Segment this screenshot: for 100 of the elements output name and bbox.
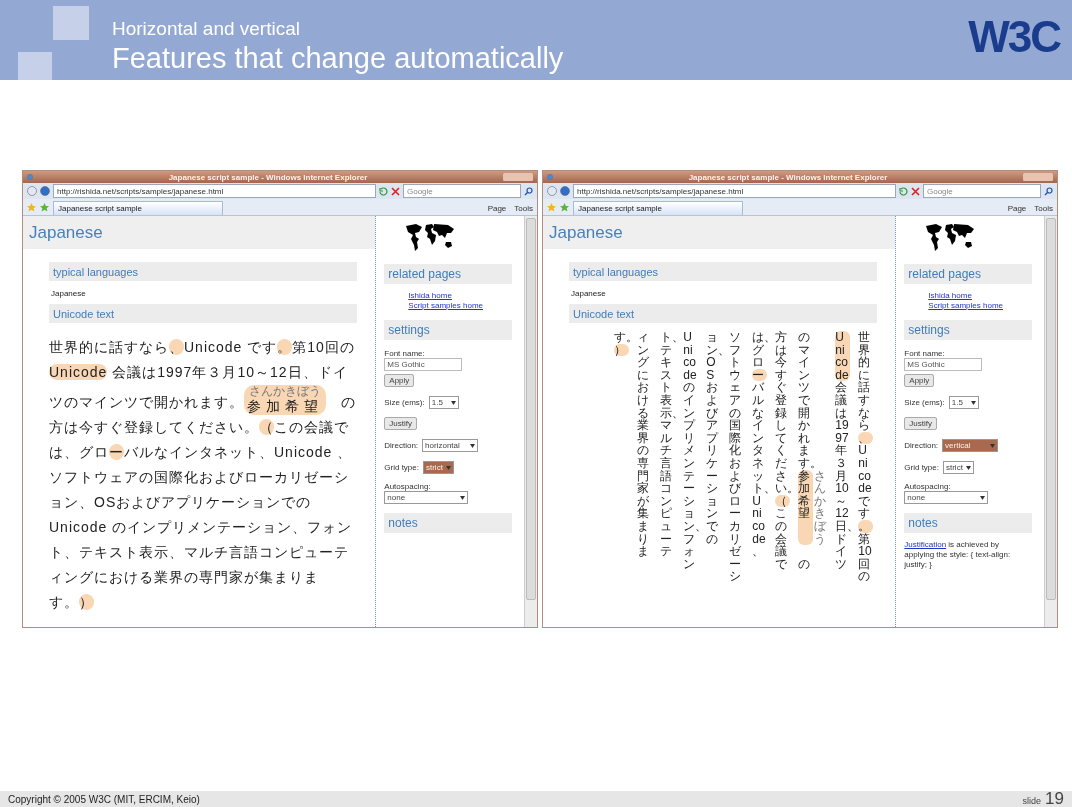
link[interactable]: Ishida home [928, 291, 1044, 301]
add-favorite-icon[interactable] [40, 203, 49, 212]
vertical-text-column: ソフトウェアの国際化およびローカリゼーシ [729, 331, 745, 627]
toolbar-menu[interactable]: Tools [1034, 203, 1053, 213]
font-name-input[interactable]: MS Gothic [384, 358, 463, 371]
search-field[interactable]: Google [403, 184, 521, 198]
section-heading: typical languages [49, 262, 358, 281]
apply-button[interactable]: Apply [384, 374, 415, 387]
sidebar-heading: related pages [384, 264, 513, 284]
field-label: Direction: [384, 441, 419, 450]
vertical-text-column: Unicode のインプリメンテーション、フォン [683, 331, 699, 627]
dropdown[interactable]: strict [943, 461, 974, 474]
caret-icon [980, 495, 986, 500]
sidebar-heading: notes [384, 513, 513, 533]
decor-square [18, 52, 52, 80]
world-map-icon [404, 222, 457, 252]
field-label: Grid type: [384, 463, 419, 472]
search-field[interactable]: Google [923, 184, 1041, 198]
window-title: Japanese script sample - Windows Internet Explorer [167, 172, 369, 182]
section-heading: Unicode text [569, 304, 878, 323]
page-heading: Japanese [23, 216, 376, 249]
browser-tab[interactable]: Japanese script sample [53, 201, 223, 215]
address-field[interactable]: http://rishida.net/scripts/samples/japanese.html [573, 184, 896, 198]
link[interactable]: Ishida home [408, 291, 524, 301]
search-icon[interactable] [1044, 186, 1053, 196]
justify-button[interactable]: Justify [384, 417, 417, 430]
toolbar-menu[interactable]: Tools [514, 203, 533, 213]
slide-title: Features that change automatically [112, 41, 565, 76]
language-name: Japanese [571, 289, 607, 298]
caret-icon [965, 465, 971, 470]
scrollbar[interactable] [1044, 216, 1057, 627]
dropdown[interactable]: none [384, 491, 469, 504]
caret-icon [970, 400, 976, 405]
section-heading: Unicode text [49, 304, 358, 323]
back-icon[interactable] [547, 186, 557, 196]
dropdown[interactable]: vertical [942, 439, 999, 452]
refresh-icon[interactable] [379, 186, 388, 196]
link[interactable]: Script samples home [928, 301, 1044, 311]
back-icon[interactable] [27, 186, 37, 196]
scrollbar[interactable] [524, 216, 537, 627]
star-icon[interactable] [547, 203, 556, 212]
field-label: Autospacing: [904, 482, 952, 491]
forward-icon[interactable] [40, 186, 50, 196]
sidebar-heading: settings [904, 320, 1033, 340]
star-icon[interactable] [27, 203, 36, 212]
apply-button[interactable]: Apply [904, 374, 935, 387]
search-icon[interactable] [524, 186, 533, 196]
field-label: Size (ems): [384, 398, 425, 407]
add-favorite-icon[interactable] [560, 203, 569, 212]
field-label: Font name: [904, 349, 946, 358]
vertical-text-column: Unicode 会議は1997年３月10～12日、ドイツ [835, 331, 851, 627]
browser-tab[interactable]: Japanese script sample [573, 201, 743, 215]
font-name-input[interactable]: MS Gothic [904, 358, 983, 371]
caret-icon [460, 495, 466, 500]
caret-icon [445, 465, 451, 470]
field-label: Autospacing: [384, 482, 432, 491]
dropdown[interactable]: horizontal [422, 439, 479, 452]
vertical-text-column: 世界的に話すなら 、 Unicode です 。 第10回の [858, 331, 874, 627]
refresh-icon[interactable] [899, 186, 908, 196]
dropdown[interactable]: 1.5 [948, 396, 979, 409]
vertical-text-column: ト、テキスト表示、マルチ言語コンピューテ [660, 331, 676, 627]
close-icon[interactable] [911, 186, 920, 196]
decor-square [53, 6, 89, 40]
logo: W3C [968, 11, 1062, 62]
vertical-text-column: ィングにおける業界の専門家が集まりま [637, 331, 653, 627]
slide-label: slide [1022, 796, 1042, 806]
caret-icon [990, 443, 996, 448]
vertical-text-column: す。 ） [614, 331, 630, 627]
caret-icon [470, 443, 476, 448]
vertical-text-column: 方は今すぐ登録してください。 （ この会議で [775, 331, 791, 627]
world-map-icon [924, 222, 977, 252]
vertical-text-column: は、グロ ー バルなインタネット、Unicode 、 [752, 331, 768, 627]
note-text: Justification is achieved by applying the style: { text-align: justify; } [904, 540, 1012, 570]
close-icon[interactable] [391, 186, 400, 196]
field-label: Direction: [904, 441, 939, 450]
page-heading: Japanese [543, 216, 896, 249]
copyright-text: Copyright © 2005 W3C (MIT, ERCIM, Keio) [8, 793, 200, 805]
toolbar-menu[interactable]: Page [487, 203, 507, 213]
justify-button[interactable]: Justify [904, 417, 937, 430]
sidebar-heading: related pages [904, 264, 1033, 284]
sidebar-heading: settings [384, 320, 513, 340]
vertical-text-column: ョン、OSおよびアプリケーションでの [706, 331, 722, 627]
app-icon[interactable] [27, 174, 33, 180]
address-field[interactable]: http://rishida.net/scripts/samples/japanese.html [53, 184, 376, 198]
vertical-text-column: のマインツで開かれます。 参加希望 さんかきぼう の [798, 331, 828, 627]
dropdown[interactable]: strict [423, 461, 454, 474]
toolbar-menu[interactable]: Page [1007, 203, 1027, 213]
field-label: Size (ems): [904, 398, 945, 407]
link[interactable]: Script samples home [408, 301, 524, 311]
window-title: Japanese script sample - Windows Internet Explorer [687, 172, 889, 182]
slide-number: 19 [1045, 791, 1064, 807]
slide-subtitle: Horizontal and vertical [112, 18, 301, 40]
link[interactable]: Justification [904, 540, 947, 549]
forward-icon[interactable] [560, 186, 570, 196]
dropdown[interactable]: 1.5 [428, 396, 459, 409]
section-heading: typical languages [569, 262, 878, 281]
app-icon[interactable] [547, 174, 553, 180]
language-name: Japanese [51, 289, 87, 298]
caret-icon [450, 400, 456, 405]
dropdown[interactable]: none [904, 491, 989, 504]
